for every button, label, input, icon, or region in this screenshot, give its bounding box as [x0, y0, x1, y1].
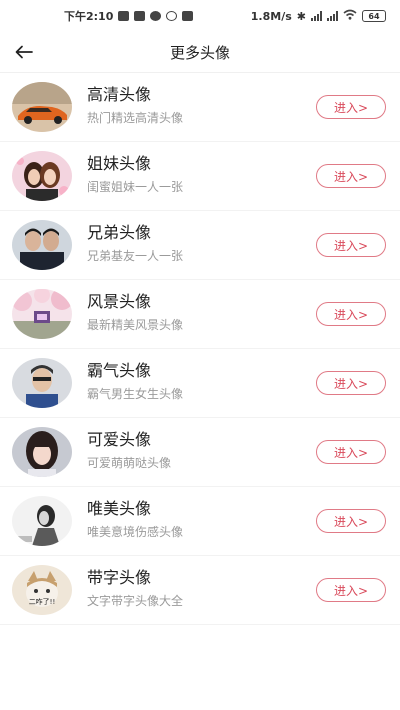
category-title: 兄弟头像 — [87, 223, 152, 242]
category-subtitle: 文字带字头像大全 — [87, 594, 184, 608]
category-subtitle: 热门精选高清头像 — [87, 111, 184, 125]
enter-button[interactable]: 进入> — [316, 371, 386, 395]
enter-button[interactable]: 进入> — [316, 302, 386, 326]
signal-icon-2 — [327, 11, 338, 21]
status-bar: 下午2:10 1.8M/s ✱ 64 — [0, 0, 400, 32]
page-title: 更多头像 — [169, 43, 230, 62]
enter-button[interactable]: 进入> — [316, 164, 386, 188]
network-speed: 1.8M/s — [250, 9, 292, 23]
category-subtitle: 闺蜜姐妹一人一张 — [87, 180, 184, 194]
category-row-domineering[interactable]: 霸气头像 霸气男生女生头像 进入> — [0, 349, 400, 418]
category-subtitle: 可爱萌萌哒头像 — [87, 456, 172, 470]
avatar-two-girls — [12, 151, 72, 201]
category-title: 带字头像 — [87, 568, 152, 587]
category-subtitle: 最新精美风景头像 — [87, 318, 184, 332]
avatar-cherry-blossom — [12, 289, 72, 339]
tiktok-icon — [150, 11, 162, 21]
enter-button[interactable]: 进入> — [316, 509, 386, 533]
category-row-sisters[interactable]: 姐妹头像 闺蜜姐妹一人一张 进入> — [0, 142, 400, 211]
message-icon — [118, 11, 130, 21]
back-button[interactable] — [8, 36, 40, 68]
avatar-cool-guy — [12, 358, 72, 408]
avatar-cute-girl — [12, 427, 72, 477]
category-title: 高清头像 — [87, 85, 152, 104]
enter-button[interactable]: 进入> — [316, 578, 386, 602]
category-row-cute[interactable]: 可爱头像 可爱萌萌哒头像 进入> — [0, 418, 400, 487]
avatar-sad-girl — [12, 496, 72, 546]
bag-icon — [134, 11, 146, 21]
category-row-brothers[interactable]: 兄弟头像 兄弟基友一人一张 进入> — [0, 211, 400, 280]
wifi-icon — [343, 9, 357, 23]
trash-icon — [182, 11, 194, 21]
enter-button[interactable]: 进入> — [316, 440, 386, 464]
category-title: 霸气头像 — [87, 361, 152, 380]
category-title: 可爱头像 — [87, 430, 152, 449]
avatar-two-boys — [12, 220, 72, 270]
sync-icon — [166, 11, 178, 21]
category-row-hd[interactable]: 高清头像 热门精选高清头像 进入> — [0, 73, 400, 142]
category-row-scenery[interactable]: 风景头像 最新精美风景头像 进入> — [0, 280, 400, 349]
status-time: 下午2:10 — [64, 10, 114, 23]
category-subtitle: 唯美意境伤感头像 — [87, 525, 184, 539]
category-title: 风景头像 — [87, 292, 152, 311]
category-title: 唯美头像 — [87, 499, 152, 518]
category-subtitle: 兄弟基友一人一张 — [87, 249, 184, 263]
battery-icon: 64 — [362, 10, 386, 22]
avatar-caption: 二咋了!! — [29, 597, 56, 606]
avatar-cat-with-text: 二咋了!! — [12, 565, 72, 615]
category-row-aesthetic[interactable]: 唯美头像 唯美意境伤感头像 进入> — [0, 487, 400, 556]
category-subtitle: 霸气男生女生头像 — [87, 387, 184, 401]
header: 更多头像 — [0, 32, 400, 73]
avatar-sports-car — [12, 82, 72, 132]
bluetooth-icon: ✱ — [296, 9, 306, 23]
category-list: 高清头像 热门精选高清头像 进入> 姐妹头像 闺蜜姐妹一人一张 进入> 兄弟头像… — [0, 73, 400, 625]
enter-button[interactable]: 进入> — [316, 233, 386, 257]
enter-button[interactable]: 进入> — [316, 95, 386, 119]
category-row-text[interactable]: 二咋了!! 带字头像 文字带字头像大全 进入> — [0, 556, 400, 625]
category-title: 姐妹头像 — [87, 154, 152, 173]
arrow-left-icon — [15, 45, 33, 59]
signal-icon — [311, 11, 322, 21]
